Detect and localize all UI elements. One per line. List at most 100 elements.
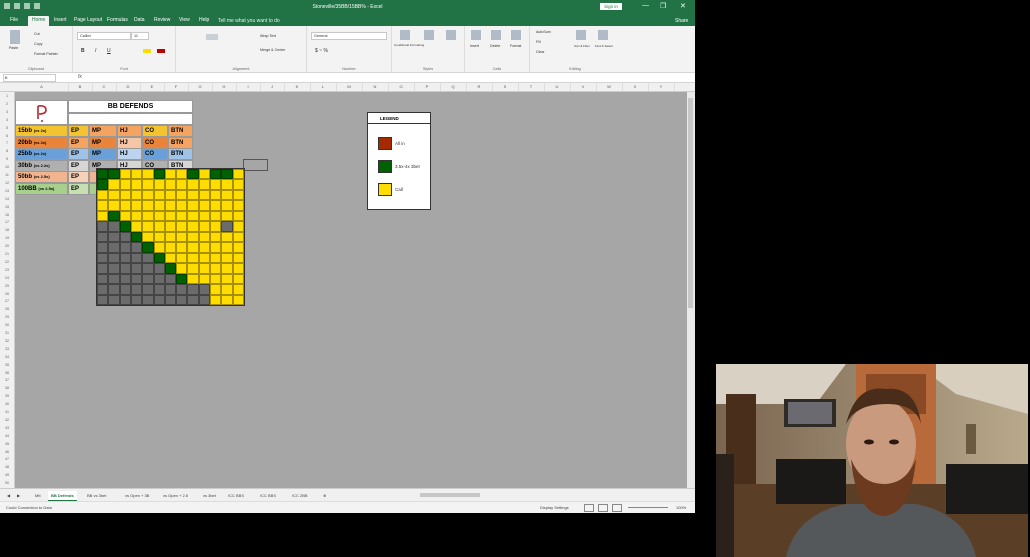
tell-me-search[interactable]: Tell me what you want to do xyxy=(218,18,280,24)
hand-cell[interactable] xyxy=(176,169,188,180)
hand-cell[interactable] xyxy=(187,210,199,222)
fill-color-icon[interactable] xyxy=(143,49,151,53)
hand-cell[interactable] xyxy=(221,263,233,274)
normal-view-icon[interactable] xyxy=(584,504,594,512)
position-cell[interactable]: BTN xyxy=(168,136,193,149)
row-header[interactable]: 5 xyxy=(0,126,14,130)
hand-cell[interactable] xyxy=(164,294,177,305)
hand-cell[interactable] xyxy=(198,242,211,253)
hand-cell[interactable] xyxy=(210,179,222,190)
hand-cell[interactable] xyxy=(232,294,244,305)
hand-cell[interactable] xyxy=(130,179,143,190)
row-header[interactable]: 44 xyxy=(0,434,14,438)
row-header[interactable]: 24 xyxy=(0,276,14,280)
row-header[interactable]: 15 xyxy=(0,205,14,209)
conditional-formatting-icon[interactable] xyxy=(400,30,410,40)
row-header[interactable]: 25 xyxy=(0,284,14,288)
hand-cell[interactable] xyxy=(108,284,120,295)
hand-cell[interactable] xyxy=(153,221,165,232)
hand-cell[interactable] xyxy=(119,200,131,211)
hand-cell[interactable] xyxy=(130,242,143,253)
restore-button[interactable]: ❐ xyxy=(660,2,666,10)
row-header[interactable]: 28 xyxy=(0,307,14,311)
hand-cell[interactable] xyxy=(119,231,131,243)
hand-cell[interactable] xyxy=(97,273,109,285)
row-header[interactable]: 17 xyxy=(0,220,14,224)
hand-cell[interactable] xyxy=(198,231,211,243)
hand-cell[interactable] xyxy=(164,189,177,201)
hand-cell[interactable] xyxy=(198,169,211,180)
hand-cell[interactable] xyxy=(130,263,143,274)
hand-cell[interactable] xyxy=(187,284,199,295)
row-header[interactable]: 48 xyxy=(0,465,14,469)
fill-button[interactable]: Fill xyxy=(536,40,541,44)
hand-cell[interactable] xyxy=(187,263,199,274)
row-header[interactable]: 23 xyxy=(0,268,14,272)
row-header[interactable]: 37 xyxy=(0,378,14,382)
row-header[interactable]: 16 xyxy=(0,213,14,217)
hand-cell[interactable] xyxy=(221,252,233,264)
hand-cell[interactable] xyxy=(198,294,211,305)
row-header[interactable]: 13 xyxy=(0,189,14,193)
hand-cell[interactable] xyxy=(176,221,188,232)
hand-cell[interactable] xyxy=(221,169,233,180)
hand-cell[interactable] xyxy=(108,263,120,274)
hand-cell[interactable] xyxy=(153,273,165,285)
position-cell[interactable]: EP xyxy=(68,136,89,149)
sort-filter-icon[interactable] xyxy=(576,30,586,40)
hand-cell[interactable] xyxy=(210,284,222,295)
insert-cells-icon[interactable] xyxy=(471,30,481,40)
hand-cell[interactable] xyxy=(142,221,154,232)
hand-cell[interactable] xyxy=(164,210,177,222)
row-header[interactable]: 27 xyxy=(0,299,14,303)
hand-cell[interactable] xyxy=(108,200,120,211)
hand-cell[interactable] xyxy=(176,263,188,274)
column-header[interactable]: U xyxy=(544,83,571,91)
column-header[interactable]: F xyxy=(164,83,189,91)
hand-cell[interactable] xyxy=(153,242,165,253)
hand-cell[interactable] xyxy=(108,252,120,264)
row-header[interactable]: 11 xyxy=(0,173,14,177)
hand-cell[interactable] xyxy=(232,284,244,295)
row-header[interactable]: 31 xyxy=(0,331,14,335)
hand-cell[interactable] xyxy=(108,189,120,201)
column-header[interactable]: N xyxy=(362,83,389,91)
hand-cell[interactable] xyxy=(130,169,143,180)
row-header[interactable]: 9 xyxy=(0,157,14,161)
fx-icon[interactable]: fx xyxy=(78,74,82,80)
cell-styles-icon[interactable] xyxy=(446,30,456,40)
hand-cell[interactable] xyxy=(142,294,154,305)
hand-cell[interactable] xyxy=(232,263,244,274)
hand-cell[interactable] xyxy=(198,252,211,264)
row-header[interactable]: 39 xyxy=(0,394,14,398)
row-header[interactable]: 41 xyxy=(0,410,14,414)
hand-cell[interactable] xyxy=(176,231,188,243)
hand-cell[interactable] xyxy=(232,273,244,285)
hand-cell[interactable] xyxy=(232,221,244,232)
position-cell[interactable]: HJ xyxy=(117,148,142,161)
sheet-tab-vs-3bet[interactable]: vs 3bet xyxy=(200,491,219,500)
position-cell[interactable]: EP xyxy=(68,148,89,161)
row-header[interactable]: 42 xyxy=(0,418,14,422)
hand-cell[interactable] xyxy=(97,179,109,190)
hand-cell[interactable] xyxy=(221,273,233,285)
hand-cell[interactable] xyxy=(176,294,188,305)
hand-cell[interactable] xyxy=(97,189,109,201)
clear-button[interactable]: Clear xyxy=(536,50,545,54)
hand-cell[interactable] xyxy=(210,200,222,211)
hand-cell[interactable] xyxy=(153,179,165,190)
row-header[interactable]: 20 xyxy=(0,244,14,248)
hand-cell[interactable] xyxy=(153,294,165,305)
column-header[interactable]: T xyxy=(518,83,545,91)
column-header[interactable]: G xyxy=(188,83,213,91)
font-name-select[interactable]: Calibri xyxy=(77,32,131,40)
hand-cell[interactable] xyxy=(164,273,177,285)
hand-cell[interactable] xyxy=(210,169,222,180)
hand-cell[interactable] xyxy=(221,221,233,232)
hand-cell[interactable] xyxy=(221,200,233,211)
hand-cell[interactable] xyxy=(176,252,188,264)
cut-button[interactable]: Cut xyxy=(34,32,40,36)
sort-filter-button[interactable]: Sort & Filter xyxy=(574,44,590,48)
hand-cell[interactable] xyxy=(119,294,131,305)
hand-cell[interactable] xyxy=(164,169,177,180)
